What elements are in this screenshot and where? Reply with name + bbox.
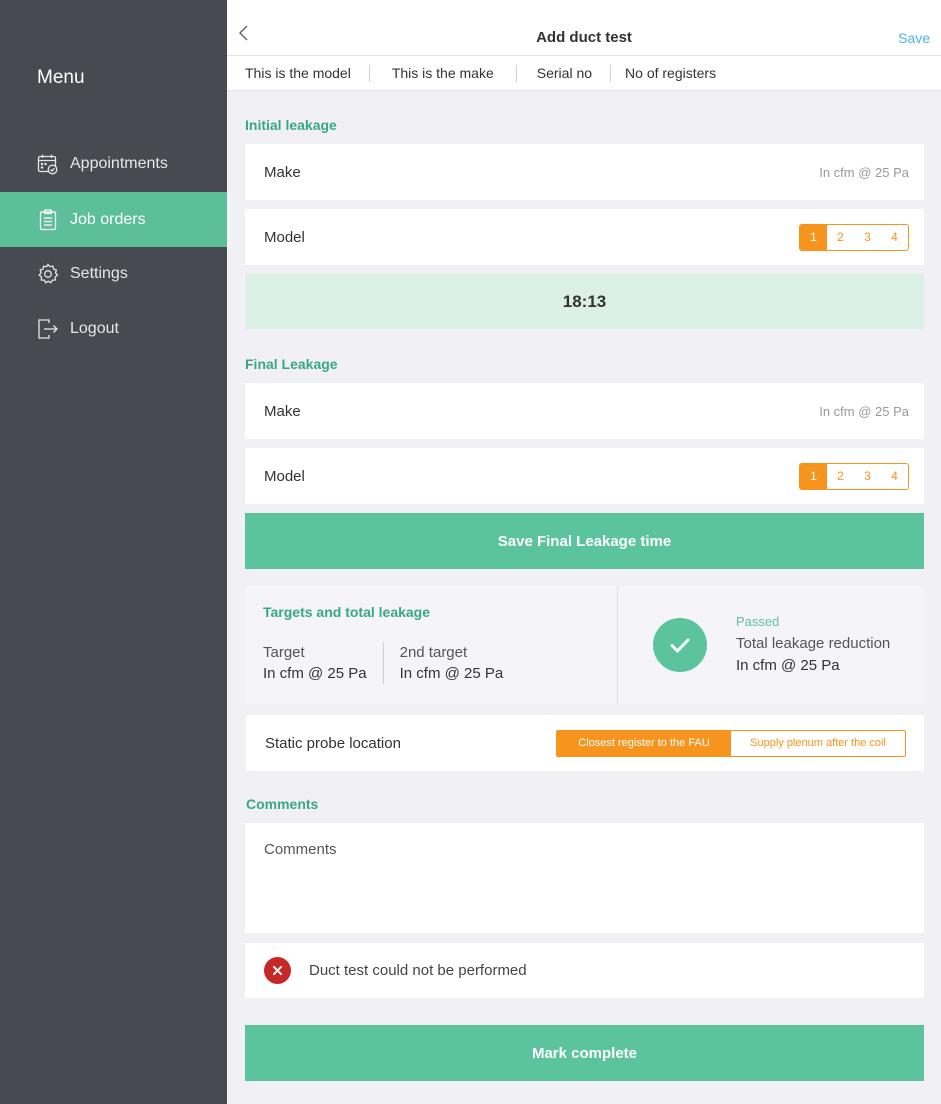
initial-model-option-1[interactable]: 1 (800, 224, 827, 250)
clipboard-icon (37, 208, 59, 231)
probe-option-closest-register[interactable]: Closest register to the FAU (557, 730, 731, 756)
sidebar-item-job-orders[interactable]: Job orders (0, 192, 227, 247)
leakage-timer: 18:13 (245, 274, 924, 329)
registers-info: No of registers (625, 64, 717, 81)
final-model-selector: 1 2 3 4 (799, 462, 909, 490)
make-hint: In cfm @ 25 Pa (819, 403, 909, 419)
sidebar-item-appointments[interactable]: Appointments (0, 136, 227, 191)
duct-test-failed-label: Duct test could not be performed (309, 962, 527, 979)
duct-test-failed-toggle[interactable]: Duct test could not be performed (245, 943, 924, 998)
target-value: In cfm @ 25 Pa (263, 665, 367, 682)
targets-panel: Targets and total leakage Target In cfm … (245, 586, 924, 704)
probe-option-supply-plenum[interactable]: Supply plenum after the coil (731, 731, 905, 756)
job-info-bar: This is the model This is the make Seria… (227, 56, 941, 91)
targets-summary: Targets and total leakage Target In cfm … (245, 586, 618, 704)
make-label: Make (264, 163, 301, 181)
initial-model-selector: 1 2 3 4 (799, 223, 909, 251)
comments-heading: Comments (246, 796, 319, 812)
mark-complete-button[interactable]: Mark complete (245, 1025, 924, 1081)
final-model-option-3[interactable]: 3 (854, 464, 881, 489)
initial-make-row[interactable]: Make In cfm @ 25 Pa (245, 144, 924, 200)
logout-icon (37, 318, 59, 340)
reduction-label: Total leakage reduction (736, 634, 891, 652)
target-column: Target In cfm @ 25 Pa (263, 642, 384, 684)
save-final-leakage-button[interactable]: Save Final Leakage time (245, 513, 924, 569)
make-info: This is the make (370, 64, 517, 82)
comments-box (245, 823, 924, 933)
final-model-row: Model 1 2 3 4 (245, 448, 924, 504)
model-label: Model (264, 228, 305, 246)
initial-leakage-heading: Initial leakage (245, 117, 337, 133)
sidebar-item-label: Job orders (70, 210, 146, 228)
second-target-label: 2nd target (399, 644, 468, 661)
save-button[interactable]: Save (898, 30, 930, 46)
sidebar-item-label: Appointments (70, 154, 168, 172)
second-target-column: 2nd target In cfm @ 25 Pa (384, 642, 504, 684)
sidebar-item-label: Settings (70, 264, 128, 282)
target-label: Target (263, 644, 305, 661)
make-label: Make (264, 402, 301, 420)
header: Add duct test Save (227, 0, 941, 56)
final-make-row[interactable]: Make In cfm @ 25 Pa (245, 383, 924, 439)
menu-title: Menu (37, 67, 85, 88)
page-title: Add duct test (536, 29, 632, 46)
check-icon (653, 618, 707, 672)
gear-icon (37, 262, 59, 285)
result-summary: Passed Total leakage reduction In cfm @ … (618, 586, 924, 704)
initial-model-row: Model 1 2 3 4 (245, 209, 924, 265)
initial-model-option-2[interactable]: 2 (827, 225, 854, 250)
initial-model-option-4[interactable]: 4 (881, 225, 908, 250)
probe-label: Static probe location (265, 734, 401, 752)
probe-location-selector: Closest register to the FAU Supply plenu… (556, 729, 906, 757)
final-model-option-4[interactable]: 4 (881, 464, 908, 489)
model-info: This is the model (227, 64, 370, 82)
sidebar-item-settings[interactable]: Settings (0, 246, 227, 301)
static-probe-row: Static probe location Closest register t… (246, 715, 924, 771)
sidebar-item-logout[interactable]: Logout (0, 301, 227, 356)
second-target-value: In cfm @ 25 Pa (399, 665, 504, 682)
final-model-option-2[interactable]: 2 (827, 464, 854, 489)
reduction-value: In cfm @ 25 Pa (736, 656, 840, 674)
make-hint: In cfm @ 25 Pa (819, 164, 909, 180)
final-model-option-1[interactable]: 1 (800, 463, 827, 489)
serial-info: Serial no (517, 64, 612, 82)
status-badge: Passed (736, 613, 780, 629)
initial-model-option-3[interactable]: 3 (854, 225, 881, 250)
sidebar-item-label: Logout (70, 319, 119, 337)
comments-input[interactable] (264, 841, 905, 915)
model-label: Model (264, 467, 305, 485)
close-icon (264, 957, 291, 984)
targets-title: Targets and total leakage (263, 604, 431, 620)
sidebar: Menu Appointments Job orders Settings Lo… (0, 0, 227, 1104)
calendar-icon (37, 153, 59, 175)
final-leakage-heading: Final Leakage (245, 356, 338, 372)
